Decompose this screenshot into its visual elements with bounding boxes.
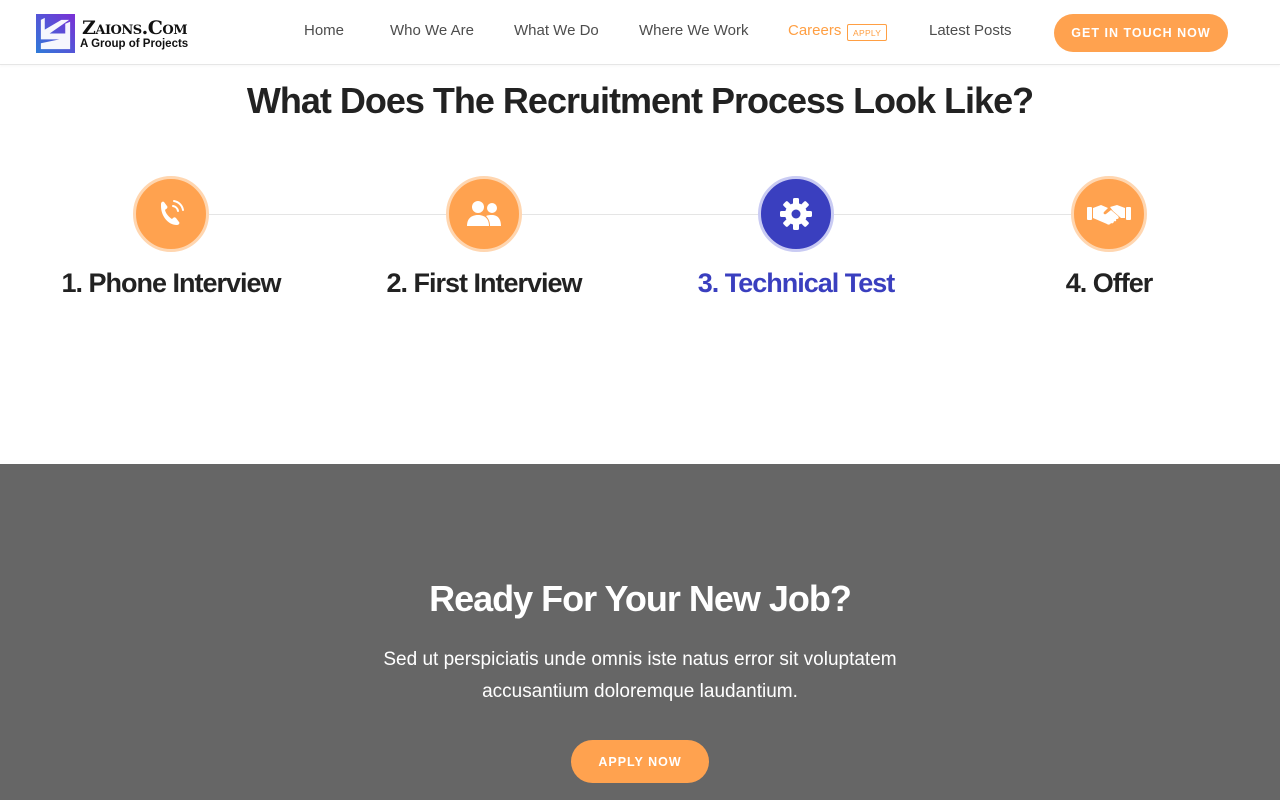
section-title: What Does The Recruitment Process Look L… [246, 80, 1034, 121]
step-2-icon-button[interactable] [446, 176, 522, 252]
step-first-interview: 2. First Interview [364, 176, 604, 299]
nav-home[interactable]: Home [304, 22, 344, 39]
nav-careers[interactable]: Careers [788, 22, 841, 39]
cta-description: Sed ut perspiciatis unde omnis iste natu… [383, 649, 897, 702]
users-icon [467, 201, 501, 226]
step-phone-interview: 1. Phone Interview [51, 176, 291, 299]
ready-for-job-section: Ready For Your New Job? Sed ut perspicia… [0, 464, 1280, 800]
gear-icon [780, 198, 812, 230]
step-4-label: 4. Offer [1065, 268, 1154, 298]
step-technical-test: 3. Technical Test [676, 176, 916, 299]
step-1-icon-button[interactable] [133, 176, 209, 252]
get-in-touch-button[interactable]: GET IN TOUCH NOW [1054, 14, 1228, 52]
nav-where-we-work[interactable]: Where We Work [639, 22, 748, 39]
step-3-label: 3. Technical Test [697, 268, 896, 298]
handshake-icon [1087, 205, 1131, 225]
step-offer: 4. Offer [989, 176, 1229, 299]
nav-latest-posts[interactable]: Latest Posts [929, 22, 1012, 39]
step-2-label: 2. First Interview [386, 268, 582, 298]
step-4-icon-button[interactable] [1071, 176, 1147, 252]
step-1-label: 1. Phone Interview [61, 268, 281, 298]
phone-icon [161, 200, 184, 225]
careers-apply-badge[interactable]: APPLY [847, 24, 888, 41]
step-3-icon-button[interactable] [758, 176, 834, 252]
site-header: Zaions.Com A Group of Projects Home Who … [0, 0, 1280, 65]
nav-who-we-are[interactable]: Who We Are [390, 22, 474, 39]
nav-what-we-do[interactable]: What We Do [514, 22, 599, 39]
cta-title: Ready For Your New Job? [429, 578, 852, 619]
steps-connector-line [170, 214, 1108, 215]
apply-now-button[interactable]: APPLY NOW [571, 740, 709, 783]
